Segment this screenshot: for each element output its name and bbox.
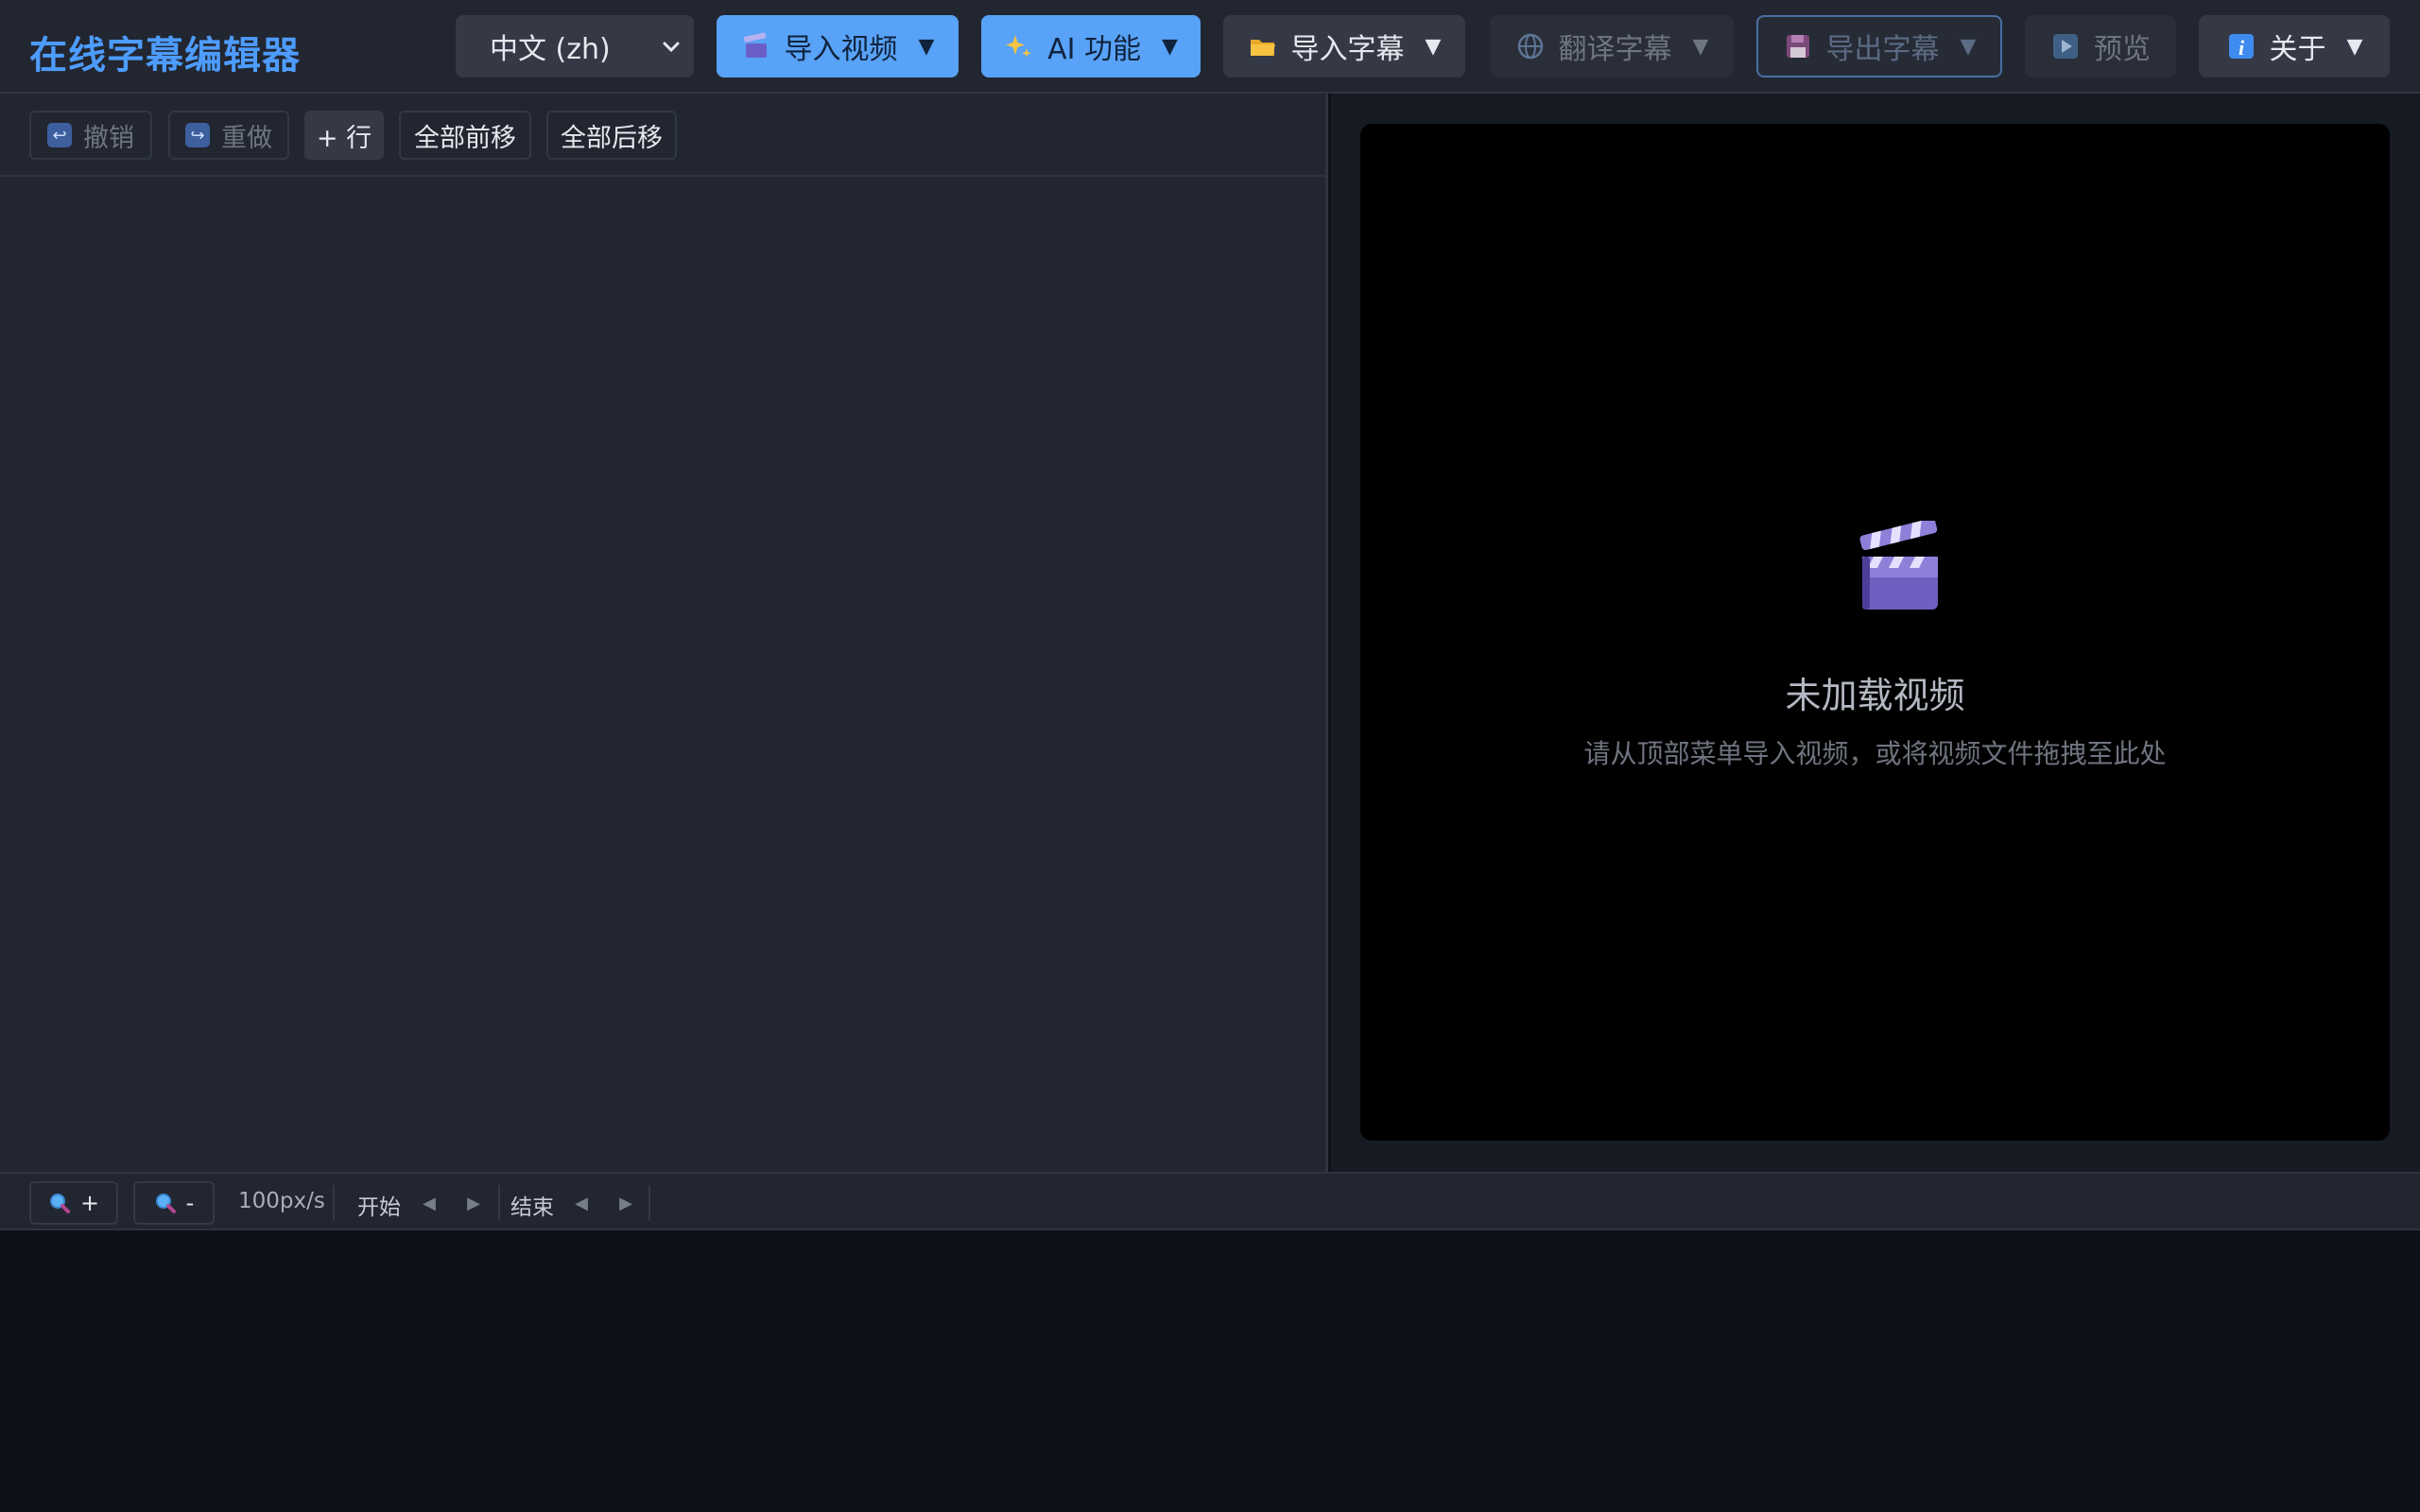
ai-features-label: AI 功能: [1047, 33, 1141, 66]
zoom-level: 100px/s: [238, 1189, 325, 1213]
editor-toolbar: ↩ 撤销 ↪ 重做 + 行 全部前移 全部后移: [0, 94, 1328, 177]
export-subtitles-button[interactable]: 导出字幕 ▼: [1756, 15, 2002, 77]
zoom-out-button[interactable]: -: [133, 1181, 215, 1225]
start-next-arrow-icon[interactable]: ▶: [455, 1181, 493, 1225]
about-button[interactable]: i 关于 ▼: [2199, 15, 2390, 77]
folder-icon: [1248, 31, 1278, 61]
translate-subtitles-button[interactable]: 翻译字幕 ▼: [1490, 15, 1734, 77]
import-subtitles-label: 导入字幕: [1290, 33, 1405, 66]
end-next-arrow-icon[interactable]: ▶: [607, 1181, 645, 1225]
no-video-title: 未加载视频: [1785, 675, 1965, 716]
end-label: 结束: [510, 1195, 554, 1220]
import-video-label: 导入视频: [784, 33, 898, 66]
subtitle-list: [0, 177, 1325, 1172]
caret-down-icon: ▼: [2346, 34, 2363, 59]
zoom-in-label: +: [79, 1190, 100, 1216]
start-prev-arrow-icon[interactable]: ◀: [410, 1181, 448, 1225]
info-icon: i: [2226, 31, 2256, 61]
language-select-value: 中文 (zh): [490, 33, 611, 66]
caret-down-icon: ▼: [1425, 34, 1442, 59]
app-title: 在线字幕编辑器: [29, 34, 301, 77]
translate-subtitles-label: 翻译字幕: [1558, 33, 1672, 66]
preview-button[interactable]: 预览: [2025, 15, 2176, 77]
zoom-in-button[interactable]: +: [29, 1181, 118, 1225]
start-label: 开始: [357, 1195, 401, 1220]
subtitle-editor-panel: ↩ 撤销 ↪ 重做 + 行 全部前移 全部后移: [0, 94, 1328, 1172]
timeline-track-area[interactable]: [0, 1230, 2420, 1512]
caret-down-icon: ▼: [1692, 34, 1709, 59]
shift-all-earlier-button[interactable]: 全部前移: [399, 111, 531, 160]
magnifier-icon: [154, 1192, 177, 1214]
redo-button[interactable]: ↪ 重做: [168, 111, 289, 160]
zoom-out-label: -: [185, 1190, 195, 1216]
floppy-icon: [1783, 31, 1813, 61]
ai-features-button[interactable]: AI 功能 ▼: [981, 15, 1201, 77]
sparkles-icon: [1004, 31, 1034, 61]
undo-button[interactable]: ↩ 撤销: [29, 111, 152, 160]
import-video-button[interactable]: 导入视频 ▼: [717, 15, 959, 77]
video-drop-zone[interactable]: 未加载视频 请从顶部菜单导入视频，或将视频文件拖拽至此处: [1360, 124, 2390, 1141]
add-row-label: + 行: [316, 123, 372, 153]
import-subtitles-button[interactable]: 导入字幕 ▼: [1223, 15, 1465, 77]
redo-icon: ↪: [185, 123, 210, 147]
globe-icon: [1515, 31, 1546, 61]
shift-all-later-button[interactable]: 全部后移: [546, 111, 677, 160]
top-bar: 在线字幕编辑器 中文 (zh) 导入视频 ▼ AI 功能 ▼ 导入字幕 ▼ 翻译…: [0, 0, 2420, 94]
play-icon: [2050, 31, 2081, 61]
undo-label: 撤销: [83, 123, 134, 153]
language-select[interactable]: 中文 (zh): [456, 15, 694, 77]
video-panel: 未加载视频 请从顶部菜单导入视频，或将视频文件拖拽至此处: [1331, 94, 2420, 1172]
clapper-icon: [741, 31, 771, 61]
chevron-down-icon: [663, 42, 680, 53]
clapper-board-icon: [1858, 518, 1944, 615]
end-prev-arrow-icon[interactable]: ◀: [562, 1181, 600, 1225]
caret-down-icon: ▼: [1161, 34, 1178, 59]
caret-down-icon: ▼: [918, 34, 935, 59]
toolbar-divider: [333, 1185, 335, 1221]
timeline-toolbar: + - 100px/s 开始 ◀ ▶ 结束 ◀ ▶: [0, 1172, 2420, 1230]
shift-all-later-label: 全部后移: [561, 123, 663, 153]
preview-label: 预览: [2094, 33, 2151, 66]
export-subtitles-label: 导出字幕: [1825, 33, 1940, 66]
about-label: 关于: [2269, 33, 2326, 66]
add-row-button[interactable]: + 行: [304, 111, 384, 160]
caret-down-icon: ▼: [1960, 34, 1977, 59]
toolbar-divider: [648, 1185, 650, 1221]
redo-label: 重做: [221, 123, 272, 153]
undo-icon: ↩: [47, 123, 72, 147]
shift-all-earlier-label: 全部前移: [414, 123, 516, 153]
no-video-hint: 请从顶部菜单导入视频，或将视频文件拖拽至此处: [1583, 738, 2167, 769]
magnifier-icon: [48, 1192, 71, 1214]
svg-text:i: i: [2238, 36, 2244, 60]
toolbar-divider: [498, 1185, 500, 1221]
